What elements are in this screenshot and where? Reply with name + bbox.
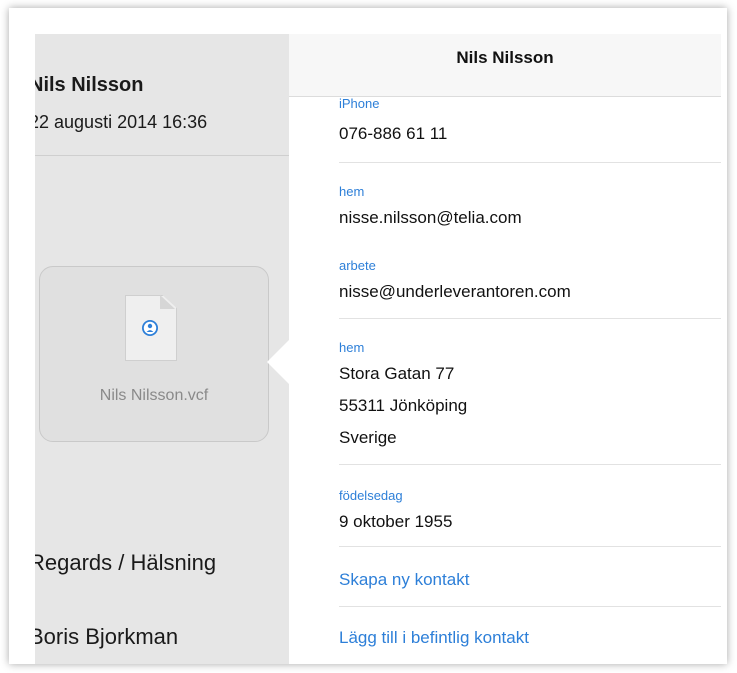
contact-card-header: Nils Nilsson: [289, 34, 721, 97]
screenshot-frame: Nils Nilsson 22 augusti 2014 16:36 Nils …: [9, 8, 727, 664]
attachment-filename: Nils Nilsson.vcf: [99, 387, 209, 404]
phone-label: iPhone: [339, 96, 380, 111]
birthday-value: 9 oktober 1955: [339, 512, 453, 531]
field-divider: [339, 546, 721, 547]
field-divider: [339, 318, 721, 319]
contact-card-popover: Nils Nilsson iPhone 076-886 61 11 hem ni…: [289, 34, 721, 664]
mail-header-divider: [35, 155, 289, 156]
email-home-label: hem: [339, 184, 365, 199]
email-home-value[interactable]: nisse.nilsson@telia.com: [339, 208, 522, 228]
mail-signer: Boris Bjorkman: [35, 624, 179, 649]
add-to-existing-contact-button[interactable]: Lägg till i befintlig kontakt: [339, 628, 529, 648]
email-work-value[interactable]: nisse@underleverantoren.com: [339, 282, 571, 302]
popover-arrow: [267, 340, 289, 384]
mail-date: 22 augusti 2014 16:36: [35, 112, 208, 132]
address-line-2[interactable]: 55311 Jönköping: [339, 396, 467, 416]
contact-card-title: Nils Nilsson: [456, 48, 554, 67]
mail-sender-name[interactable]: Nils Nilsson: [35, 74, 143, 97]
field-divider: [339, 162, 721, 163]
action-divider: [339, 606, 721, 607]
contact-person-icon: [142, 320, 158, 336]
mail-message-pane: Nils Nilsson 22 augusti 2014 16:36 Nils …: [35, 34, 289, 664]
address-line-3[interactable]: Sverige: [339, 428, 397, 448]
birthday-label: födelsedag: [339, 488, 403, 503]
email-work-label: arbete: [339, 258, 376, 273]
address-label: hem: [339, 340, 365, 355]
field-divider: [339, 464, 721, 465]
address-line-1[interactable]: Stora Gatan 77: [339, 364, 454, 384]
phone-value[interactable]: 076-886 61 11: [339, 124, 447, 144]
create-new-contact-button[interactable]: Skapa ny kontakt: [339, 570, 469, 590]
vcard-attachment[interactable]: Nils Nilsson.vcf: [39, 266, 269, 442]
mail-closing: Regards / Hälsning: [35, 550, 217, 575]
